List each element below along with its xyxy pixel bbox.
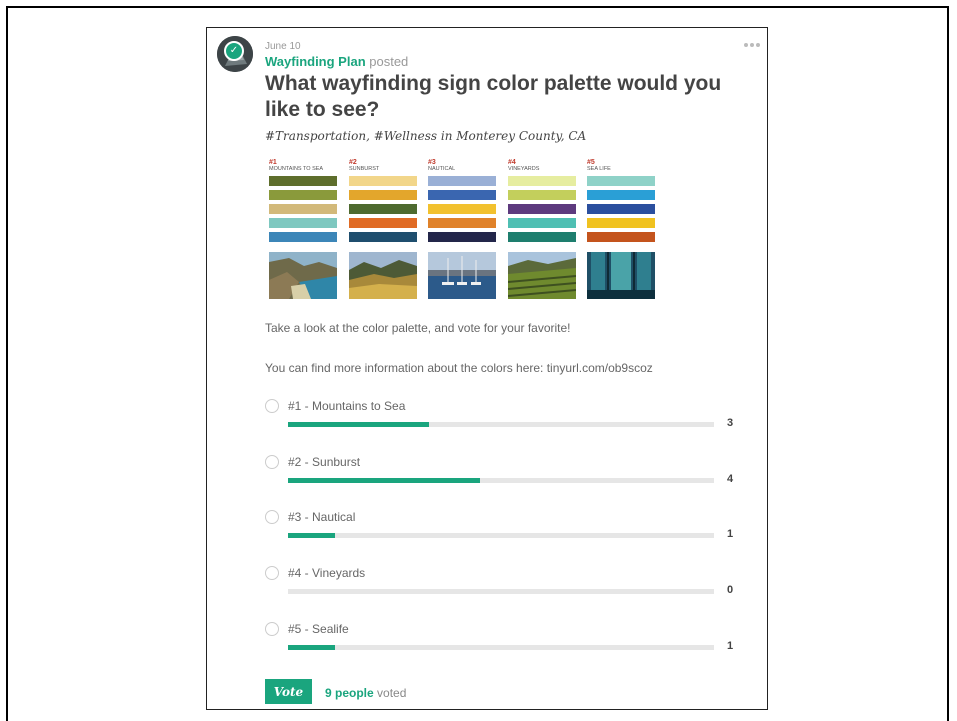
- harbor-photo: [428, 252, 496, 299]
- coast-photo: [269, 252, 337, 299]
- palette-name: NAUTICAL: [428, 166, 456, 172]
- option-label: #4 - Vineyards: [288, 566, 366, 580]
- post-title: What wayfinding sign color palette would…: [265, 72, 722, 121]
- palette-image: #1 MOUNTAINS TO SEA #2 SUNBURST #3 NAUTI…: [269, 159, 659, 304]
- vote-count: 0: [727, 584, 734, 596]
- color-swatch: [269, 176, 337, 186]
- vote-bar: [288, 422, 714, 427]
- color-swatch: [587, 176, 655, 186]
- palette-number: #1: [269, 159, 277, 166]
- vote-bar-fill: [288, 478, 480, 483]
- palette-5: #5 SEA LIFE: [587, 159, 655, 299]
- radio-button[interactable]: [265, 510, 279, 524]
- aquarium-photo: [587, 252, 655, 299]
- palette-1: #1 MOUNTAINS TO SEA: [269, 159, 337, 299]
- color-swatch: [508, 218, 576, 228]
- hills-photo: [349, 252, 417, 299]
- color-swatch: [349, 176, 417, 186]
- vote-count: 1: [727, 528, 734, 540]
- palette-name: SEA LIFE: [587, 166, 611, 172]
- tag-links[interactable]: #Transportation, #Wellness: [265, 129, 437, 143]
- color-swatch: [508, 204, 576, 214]
- vote-bar-fill: [288, 645, 335, 650]
- location-link[interactable]: Monterey County, CA: [456, 129, 586, 143]
- author-line: Wayfinding Plan posted: [265, 54, 408, 69]
- radio-button[interactable]: [265, 399, 279, 413]
- color-swatch: [428, 190, 496, 200]
- color-swatch: [269, 218, 337, 228]
- color-swatch: [428, 218, 496, 228]
- vote-count: 3: [727, 417, 734, 429]
- color-swatch: [349, 204, 417, 214]
- palette-4: #4 VINEYARDS: [508, 159, 576, 299]
- palette-number: #2: [349, 159, 357, 166]
- color-swatch: [508, 190, 576, 200]
- palette-number: #5: [587, 159, 595, 166]
- palette-number: #3: [428, 159, 436, 166]
- location-prefix: in: [440, 129, 453, 143]
- radio-button[interactable]: [265, 455, 279, 469]
- color-swatch: [349, 218, 417, 228]
- color-swatch: [349, 190, 417, 200]
- color-swatch: [587, 232, 655, 242]
- poll-option-mountains-to-sea[interactable]: #1 - Mountains to Sea 3: [265, 397, 745, 437]
- author-link[interactable]: Wayfinding Plan: [265, 54, 366, 69]
- color-swatch: [508, 176, 576, 186]
- palette-2: #2 SUNBURST: [349, 159, 417, 299]
- color-swatch: [269, 204, 337, 214]
- checkmark-icon: ✓: [224, 41, 244, 61]
- poll-option-vineyards[interactable]: #4 - Vineyards 0: [265, 564, 745, 604]
- post-action: posted: [365, 54, 409, 69]
- voted-people-link[interactable]: 9 people: [325, 686, 374, 700]
- avatar[interactable]: ✓: [217, 36, 253, 72]
- option-label: #2 - Sunburst: [288, 455, 361, 469]
- post-date: June 10: [265, 41, 301, 52]
- vote-bar-fill: [288, 533, 335, 538]
- color-swatch: [587, 204, 655, 214]
- color-swatch: [269, 190, 337, 200]
- color-swatch: [269, 232, 337, 242]
- more-dots-icon[interactable]: [743, 42, 761, 48]
- radio-button[interactable]: [265, 622, 279, 636]
- option-label: #3 - Nautical: [288, 510, 356, 524]
- vote-bar: [288, 478, 714, 483]
- color-swatch: [587, 190, 655, 200]
- color-swatch: [428, 232, 496, 242]
- poll-option-sunburst[interactable]: #2 - Sunburst 4: [265, 453, 745, 493]
- palette-3: #3 NAUTICAL: [428, 159, 496, 299]
- color-swatch: [428, 176, 496, 186]
- vote-button[interactable]: Vote: [265, 679, 312, 704]
- palette-name: VINEYARDS: [508, 166, 540, 172]
- palette-number: #4: [508, 159, 516, 166]
- tags-line: #Transportation, #Wellness in Monterey C…: [265, 129, 586, 143]
- color-swatch: [508, 232, 576, 242]
- vote-bar: [288, 645, 714, 650]
- vote-bar: [288, 533, 714, 538]
- voted-suffix: voted: [373, 686, 407, 700]
- color-swatch: [349, 232, 417, 242]
- option-label: #1 - Mountains to Sea: [288, 399, 406, 413]
- radio-button[interactable]: [265, 566, 279, 580]
- poll-option-sealife[interactable]: #5 - Sealife 1: [265, 620, 745, 660]
- palette-name: SUNBURST: [349, 166, 380, 172]
- option-label: #5 - Sealife: [288, 622, 349, 636]
- description-text: Take a look at the color palette, and vo…: [265, 321, 571, 335]
- post-card: ✓ June 10 Wayfinding Plan posted What wa…: [206, 27, 768, 710]
- color-swatch: [587, 218, 655, 228]
- color-swatch: [428, 204, 496, 214]
- palette-name: MOUNTAINS TO SEA: [269, 166, 324, 172]
- more-info-text: You can find more information about the …: [265, 361, 653, 375]
- vineyard-photo: [508, 252, 576, 299]
- vote-count: 1: [727, 640, 734, 652]
- vote-bar: [288, 589, 714, 594]
- voted-summary: 9 people voted: [325, 686, 406, 700]
- vote-count: 4: [727, 473, 734, 485]
- poll-option-nautical[interactable]: #3 - Nautical 1: [265, 508, 745, 548]
- vote-bar-fill: [288, 422, 429, 427]
